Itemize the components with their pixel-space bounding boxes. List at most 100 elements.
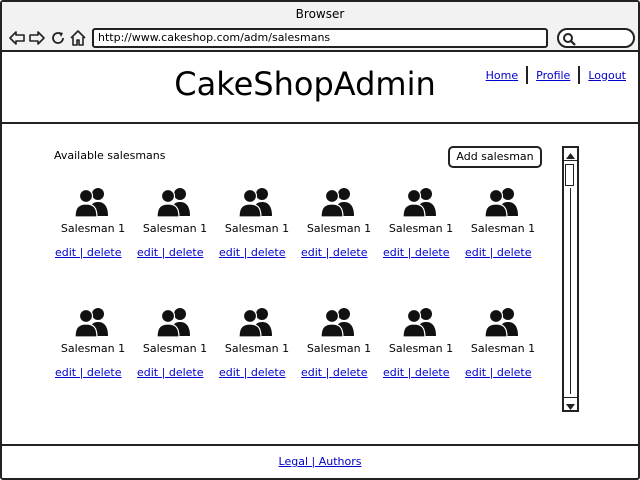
add-salesman-button[interactable]: Add salesman: [448, 146, 542, 168]
salesman-actions: edit | delete: [137, 246, 204, 259]
scroll-up-icon[interactable]: [564, 148, 577, 161]
salesman-name: Salesman 1: [470, 342, 536, 355]
footer-links[interactable]: Legal | Authors: [279, 455, 362, 468]
salesman-actions: edit | delete: [219, 246, 286, 259]
salesman-grid: Salesman 1 edit | delete Salesman 1 edit | …: [52, 186, 552, 426]
users-icon: [238, 306, 274, 338]
salesman-name: Salesman 1: [142, 222, 208, 235]
salesman-name: Salesman 1: [142, 342, 208, 355]
browser-titlebar: Browser: [2, 2, 638, 26]
users-icon: [402, 306, 438, 338]
delete-link[interactable]: delete: [251, 246, 286, 259]
salesman-card: Salesman 1 edit | delete: [52, 306, 134, 406]
salesman-actions: edit | delete: [465, 366, 532, 379]
arrow-left-icon[interactable]: [8, 29, 26, 47]
browser-window: Browser http://www.cakeshop.com/adm/sale…: [0, 0, 640, 480]
salesman-card: Salesman 1 edit | delete: [380, 186, 462, 286]
salesman-card: Salesman 1 edit | delete: [298, 186, 380, 286]
salesman-actions: edit | delete: [465, 246, 532, 259]
delete-link[interactable]: delete: [333, 246, 368, 259]
salesman-name: Salesman 1: [224, 222, 290, 235]
delete-link[interactable]: delete: [333, 366, 368, 379]
users-icon: [320, 186, 356, 218]
salesman-card: Salesman 1 edit | delete: [52, 186, 134, 286]
salesman-name: Salesman 1: [306, 222, 372, 235]
home-link[interactable]: Home: [482, 69, 522, 82]
edit-link[interactable]: edit: [55, 366, 76, 379]
scrollbar[interactable]: [562, 146, 579, 412]
delete-link[interactable]: delete: [251, 366, 286, 379]
delete-link[interactable]: delete: [87, 246, 122, 259]
salesman-card: Salesman 1 edit | delete: [134, 186, 216, 286]
edit-link[interactable]: edit: [219, 246, 240, 259]
edit-link[interactable]: edit: [301, 366, 322, 379]
nav-separator: [578, 66, 581, 84]
scroll-track: [570, 188, 571, 394]
logout-link[interactable]: Logout: [584, 69, 630, 82]
salesman-name: Salesman 1: [224, 342, 290, 355]
reload-icon[interactable]: [49, 29, 67, 47]
users-icon: [156, 306, 192, 338]
edit-link[interactable]: edit: [383, 246, 404, 259]
delete-link[interactable]: delete: [415, 366, 450, 379]
browser-title: Browser: [295, 7, 345, 21]
edit-link[interactable]: edit: [465, 246, 486, 259]
users-icon: [402, 186, 438, 218]
site-header: CakeShopAdmin Home Profile Logout: [2, 52, 638, 124]
users-icon: [74, 186, 110, 218]
salesman-card: Salesman 1 edit | delete: [380, 306, 462, 406]
section-label: Available salesmans: [54, 149, 166, 162]
salesman-card: Salesman 1 edit | delete: [216, 186, 298, 286]
users-icon: [484, 306, 520, 338]
scroll-down-icon[interactable]: [564, 397, 577, 410]
edit-link[interactable]: edit: [55, 246, 76, 259]
users-icon: [484, 186, 520, 218]
main-content: Available salesmans Add salesman Salesma…: [2, 126, 638, 444]
users-icon: [238, 186, 274, 218]
users-icon: [74, 306, 110, 338]
users-icon: [156, 186, 192, 218]
salesman-name: Salesman 1: [306, 342, 372, 355]
arrow-right-icon[interactable]: [28, 29, 46, 47]
salesman-name: Salesman 1: [60, 342, 126, 355]
home-icon[interactable]: [69, 29, 87, 47]
search-icon: [563, 33, 576, 46]
browser-search-field[interactable]: [557, 28, 635, 48]
edit-link[interactable]: edit: [137, 366, 158, 379]
salesman-card: Salesman 1 edit | delete: [216, 306, 298, 406]
edit-link[interactable]: edit: [137, 246, 158, 259]
delete-link[interactable]: delete: [87, 366, 122, 379]
scroll-thumb[interactable]: [565, 164, 574, 186]
profile-link[interactable]: Profile: [532, 69, 574, 82]
salesman-name: Salesman 1: [60, 222, 126, 235]
delete-link[interactable]: delete: [415, 246, 450, 259]
address-url: http://www.cakeshop.com/adm/salesmans: [98, 31, 331, 44]
salesman-card: Salesman 1 edit | delete: [462, 306, 544, 406]
salesman-card: Salesman 1 edit | delete: [462, 186, 544, 286]
edit-link[interactable]: edit: [219, 366, 240, 379]
address-bar[interactable]: http://www.cakeshop.com/adm/salesmans: [92, 28, 548, 48]
salesman-card: Salesman 1 edit | delete: [298, 306, 380, 406]
edit-link[interactable]: edit: [383, 366, 404, 379]
salesman-actions: edit | delete: [55, 246, 122, 259]
salesman-name: Salesman 1: [470, 222, 536, 235]
edit-link[interactable]: edit: [465, 366, 486, 379]
header-nav: Home Profile Logout: [482, 66, 630, 84]
salesman-name: Salesman 1: [388, 342, 454, 355]
salesman-name: Salesman 1: [388, 222, 454, 235]
salesman-actions: edit | delete: [55, 366, 122, 379]
browser-toolbar: http://www.cakeshop.com/adm/salesmans: [2, 26, 638, 52]
salesman-actions: edit | delete: [301, 246, 368, 259]
salesman-actions: edit | delete: [301, 366, 368, 379]
delete-link[interactable]: delete: [169, 366, 204, 379]
salesman-card: Salesman 1 edit | delete: [134, 306, 216, 406]
salesman-actions: edit | delete: [137, 366, 204, 379]
delete-link[interactable]: delete: [497, 246, 532, 259]
edit-link[interactable]: edit: [301, 246, 322, 259]
users-icon: [320, 306, 356, 338]
delete-link[interactable]: delete: [169, 246, 204, 259]
salesman-actions: edit | delete: [383, 246, 450, 259]
nav-separator: [526, 66, 529, 84]
site-footer: Legal | Authors: [2, 444, 638, 478]
delete-link[interactable]: delete: [497, 366, 532, 379]
